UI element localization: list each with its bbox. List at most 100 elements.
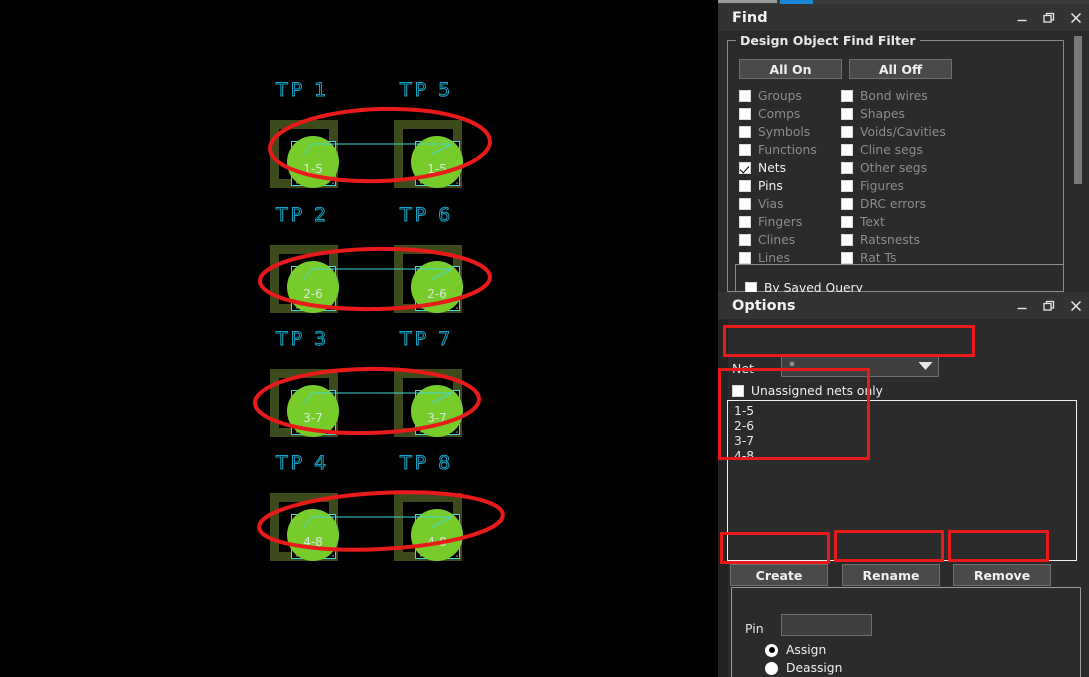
minimize-icon[interactable] [1008,6,1035,30]
checkbox-row-symbols[interactable]: Symbols [739,123,849,141]
ratsnest-lines [303,143,453,528]
checkbox-row-comps[interactable]: Comps [739,105,849,123]
all-on-button[interactable]: All On [739,59,842,79]
checkbox-row-ratsnests[interactable]: Ratsnests [841,231,981,249]
create-button[interactable]: Create [730,564,828,586]
list-item[interactable]: 2-6 [728,419,1076,434]
net-combobox[interactable]: * [781,354,939,377]
checkbox-comps[interactable] [739,108,751,120]
checkbox-fingers[interactable] [739,216,751,228]
checkbox-label-figures: Figures [860,179,904,193]
checkbox-voids-cavities[interactable] [841,126,853,138]
checkbox-groups[interactable] [739,90,751,102]
checkbox-label-text: Text [860,215,885,229]
find-scrollbar[interactable] [1073,34,1083,292]
checkbox-label-comps: Comps [758,107,801,121]
checkbox-row-nets[interactable]: Nets [739,159,849,177]
checkbox-row-other-segs[interactable]: Other segs [841,159,981,177]
annotation-ellipses [253,106,505,552]
checkbox-lines[interactable] [739,252,751,264]
pin-assignment-group: Pin Assign Deassign Ripup etch [731,587,1081,677]
checkbox-label-clines: Clines [758,233,796,247]
checkbox-text[interactable] [841,216,853,228]
checkbox-ratsnests[interactable] [841,234,853,246]
rename-button[interactable]: Rename [842,564,940,586]
find-scrollbar-thumb[interactable] [1074,36,1082,184]
design-object-find-filter-group: Design Object Find Filter All On All Off… [727,33,1064,292]
all-off-button[interactable]: All Off [849,59,952,79]
checkbox-row-vias[interactable]: Vias [739,195,849,213]
find-title: Find [732,9,768,26]
checkbox-vias[interactable] [739,198,751,210]
checkbox-bond-wires[interactable] [841,90,853,102]
radio-assign[interactable] [765,643,778,657]
tab-inactive[interactable] [718,0,777,3]
checkbox-label-shapes: Shapes [860,107,905,121]
checkbox-pins[interactable] [739,180,751,192]
restore-icon[interactable] [1035,6,1062,30]
checkbox-row-text[interactable]: Text [841,213,981,231]
checkbox-rat-ts[interactable] [841,252,853,264]
radio-label-assign: Assign [786,643,827,657]
options-titlebar: Options [718,292,1089,320]
checkbox-row-shapes[interactable]: Shapes [841,105,981,123]
checkbox-row-drc-errors[interactable]: DRC errors [841,195,981,213]
pcb-layout-canvas[interactable]: TP 1 TP 5 TP 2 TP 6 TP 3 TP 7 TP 4 TP 8 … [0,0,716,677]
checkbox-cline-segs[interactable] [841,144,853,156]
checkbox-shapes[interactable] [841,108,853,120]
design-object-find-filter-legend: Design Object Find Filter [736,33,920,48]
checkbox-row-unassigned-nets-only[interactable]: Unassigned nets only [732,382,883,400]
close-icon[interactable] [1062,294,1089,318]
checkbox-label-rat-ts: Rat Ts [860,251,897,265]
checkbox-row-clines[interactable]: Clines [739,231,849,249]
options-body: Net * Unassigned nets only 1-5 2-6 3-7 4… [718,320,1089,677]
checkbox-label-voids-cavities: Voids/Cavities [860,125,946,139]
checkbox-row-figures[interactable]: Figures [841,177,981,195]
checkbox-label-groups: Groups [758,89,802,103]
checkbox-figures[interactable] [841,180,853,192]
checkbox-label-symbols: Symbols [758,125,811,139]
checkbox-symbols[interactable] [739,126,751,138]
annotation-ellipse-net-2-6 [258,246,492,312]
radio-deassign[interactable] [765,661,778,675]
checkbox-drc-errors[interactable] [841,198,853,210]
annotation-ellipse-net-4-8 [257,490,505,552]
checkbox-clines[interactable] [739,234,751,246]
radio-row-assign[interactable]: Assign [765,641,826,659]
application-window: TP 1 TP 5 TP 2 TP 6 TP 3 TP 7 TP 4 TP 8 … [0,0,1089,677]
checkbox-row-pins[interactable]: Pins [739,177,849,195]
checkbox-row-cline-segs[interactable]: Cline segs [841,141,981,159]
chevron-down-icon[interactable] [912,355,938,376]
options-panel: Options Net * Unassigned nets only 1-5 2… [718,292,1089,677]
restore-icon[interactable] [1035,294,1062,318]
minimize-icon[interactable] [1008,294,1035,318]
radio-row-deassign[interactable]: Deassign [765,659,842,677]
list-item[interactable]: 1-5 [728,404,1076,419]
net-label: Net [732,361,754,376]
checkbox-row-bond-wires[interactable]: Bond wires [841,87,981,105]
checkbox-label-drc-errors: DRC errors [860,197,927,211]
checkbox-row-fingers[interactable]: Fingers [739,213,849,231]
find-panel: Find Design Object Find Filter All On Al… [718,4,1089,304]
checkbox-label-lines: Lines [758,251,791,265]
options-title: Options [732,297,796,314]
net-listbox[interactable]: 1-5 2-6 3-7 4-8 [727,400,1077,561]
checkbox-other-segs[interactable] [841,162,853,174]
remove-button[interactable]: Remove [953,564,1051,586]
checkbox-functions[interactable] [739,144,751,156]
checkbox-label-unassigned-nets-only: Unassigned nets only [751,384,883,398]
checkbox-nets[interactable] [739,162,751,174]
find-titlebar: Find [718,4,1089,32]
checkbox-row-voids-cavities[interactable]: Voids/Cavities [841,123,981,141]
list-item[interactable]: 4-8 [728,449,1076,464]
list-item[interactable]: 3-7 [728,434,1076,449]
checkbox-label-other-segs: Other segs [860,161,928,175]
close-icon[interactable] [1062,6,1089,30]
checkbox-unassigned-nets-only[interactable] [732,385,744,397]
checkbox-label-functions: Functions [758,143,817,157]
checkbox-row-functions[interactable]: Functions [739,141,849,159]
checkbox-label-ratsnests: Ratsnests [860,233,921,247]
checkbox-row-groups[interactable]: Groups [739,87,849,105]
annotation-ellipse-net-3-7 [253,366,481,436]
pin-input[interactable] [781,614,872,636]
